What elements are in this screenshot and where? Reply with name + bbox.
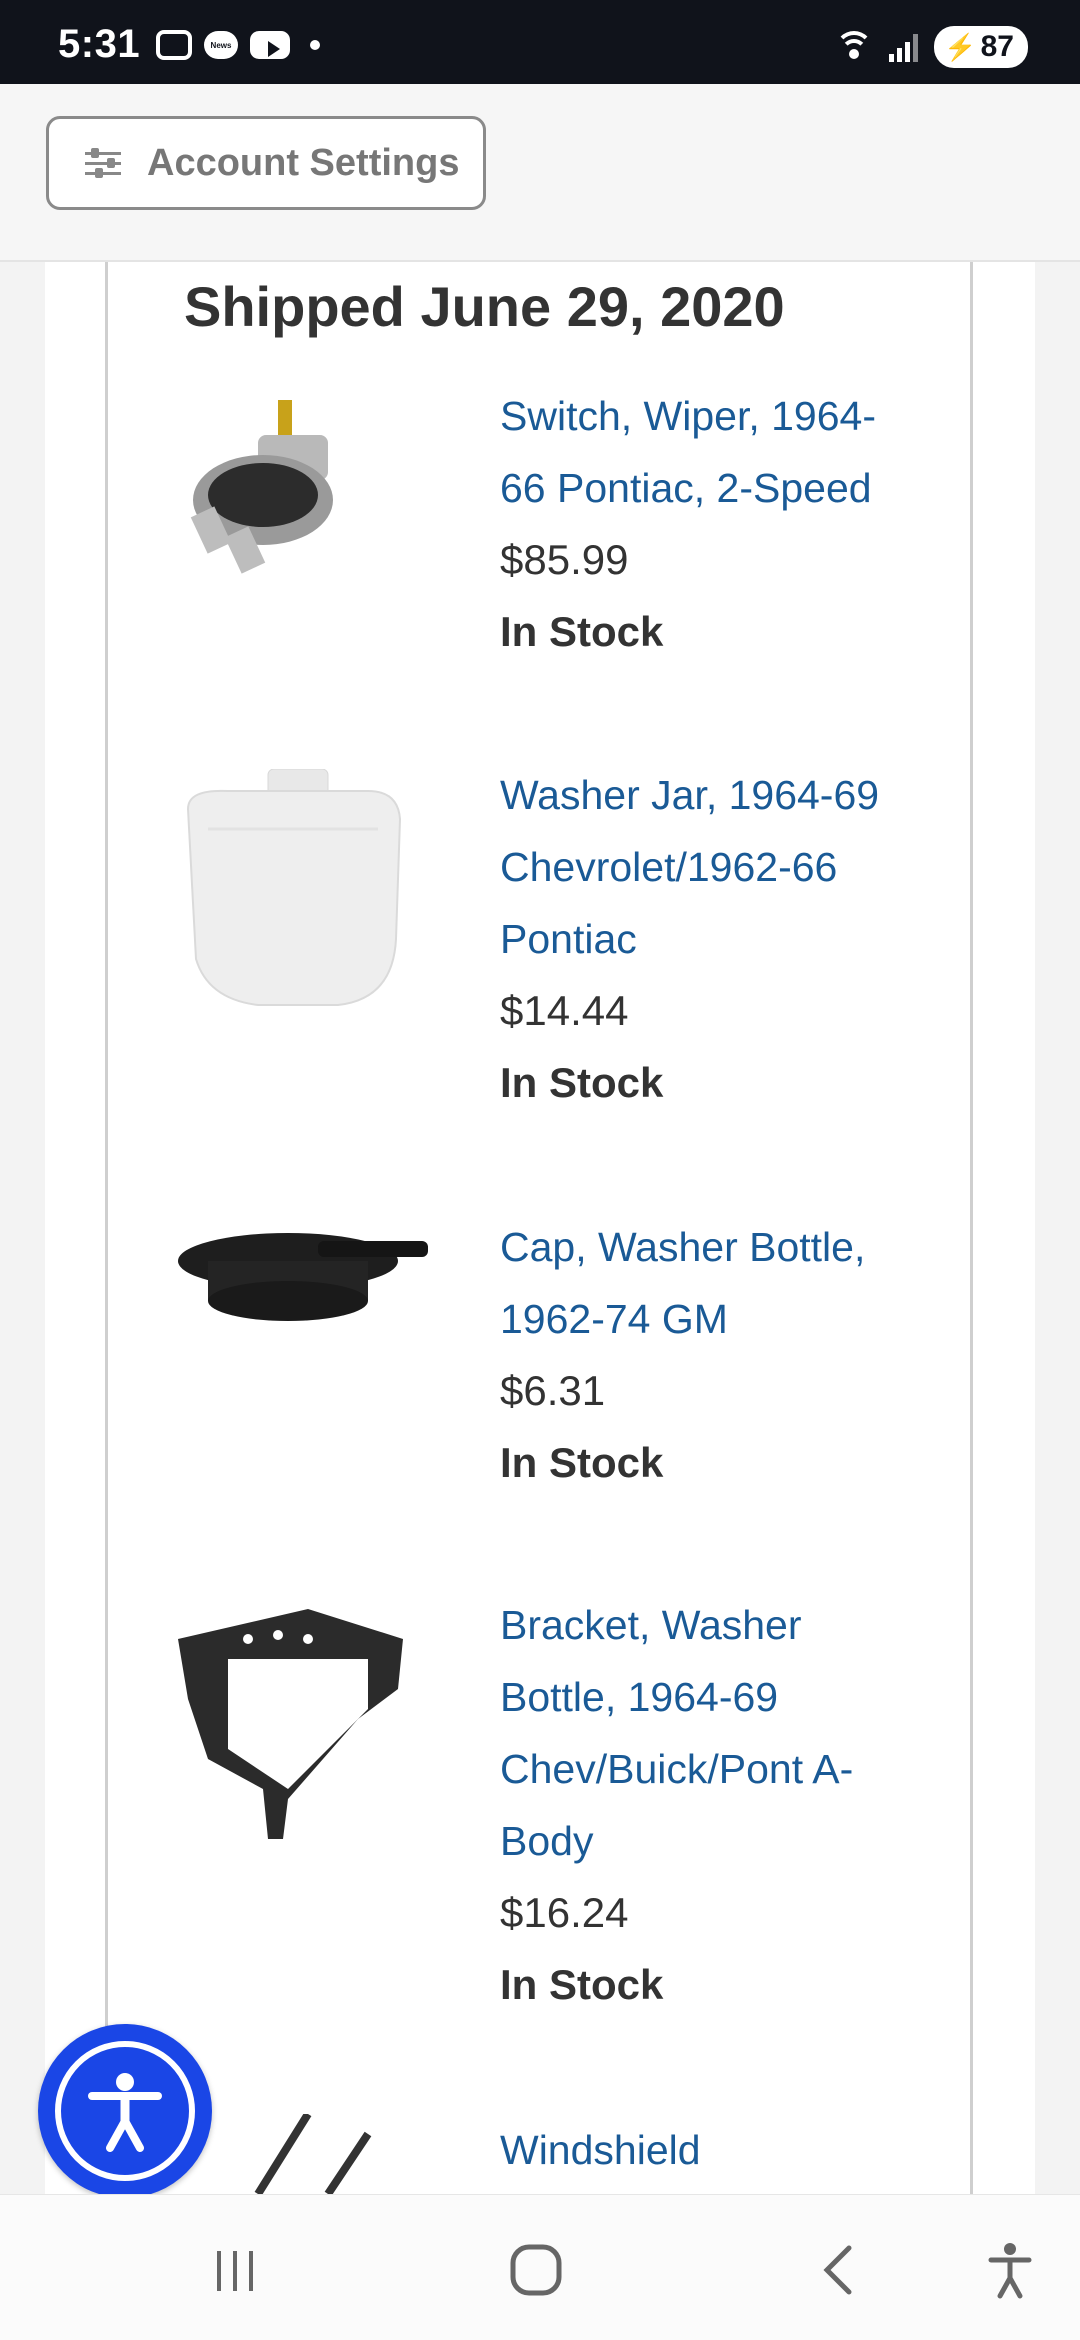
accessibility-button[interactable] — [38, 2024, 212, 2198]
item-name-link[interactable]: Windshield — [500, 2114, 920, 2186]
washer-cap-image[interactable] — [168, 1221, 428, 1341]
battery-level: 87 — [980, 30, 1014, 63]
washer-jar-image[interactable] — [168, 768, 428, 1009]
back-icon — [823, 2245, 852, 2295]
battery-indicator: ⚡ 87 — [934, 26, 1028, 68]
order-card: Shipped June 29, 2020 Switch, Wiper, 196… — [105, 262, 973, 2194]
recent-apps-icon — [217, 2251, 253, 2291]
item-info: Switch, Wiper, 1964-66 Pontiac, 2-Speed … — [500, 380, 920, 668]
accessibility-person-icon — [988, 2243, 1032, 2299]
screenshot-icon — [156, 30, 192, 60]
accessibility-nav-button[interactable] — [970, 2235, 1050, 2305]
news-icon: News — [204, 31, 238, 59]
item-stock-status: In Stock — [500, 1961, 664, 2008]
item-name-link[interactable]: Cap, Washer Bottle, 1962-74 GM — [500, 1211, 920, 1355]
youtube-icon — [250, 31, 290, 59]
notification-icons: News — [156, 30, 320, 60]
item-price: $85.99 — [500, 536, 629, 583]
accessibility-icon — [55, 2041, 195, 2181]
system-icons: ⚡ 87 — [835, 26, 1028, 68]
item-name-link[interactable]: Switch, Wiper, 1964-66 Pontiac, 2-Speed — [500, 380, 920, 524]
item-info: Windshield — [500, 2114, 920, 2186]
charging-icon: ⚡ — [944, 31, 977, 62]
signal-icon — [889, 32, 919, 62]
item-info: Bracket, Washer Bottle, 1964-69 Chev/Bui… — [500, 1589, 920, 2021]
back-button[interactable] — [800, 2235, 880, 2305]
wifi-icon — [835, 31, 874, 63]
washer-bracket-image[interactable] — [168, 1599, 428, 1839]
recent-apps-button[interactable] — [196, 2235, 276, 2305]
news-icon-label: News — [210, 40, 232, 50]
shipped-heading: Shipped June 29, 2020 — [184, 275, 785, 338]
item-stock-status: In Stock — [500, 608, 664, 655]
sliders-icon — [85, 148, 121, 178]
home-button[interactable] — [496, 2235, 576, 2305]
status-time: 5:31 — [58, 22, 141, 66]
item-name-link[interactable]: Washer Jar, 1964-69 Chevrolet/1962-66 Po… — [500, 759, 920, 975]
item-name-link[interactable]: Bracket, Washer Bottle, 1964-69 Chev/Bui… — [500, 1589, 920, 1877]
home-icon — [510, 2244, 562, 2296]
wiper-switch-image[interactable] — [168, 380, 428, 610]
item-price: $16.24 — [500, 1889, 629, 1936]
item-price: $14.44 — [500, 987, 629, 1034]
status-bar: 5:31 News ⚡ 87 — [0, 0, 1080, 84]
item-price: $6.31 — [500, 1367, 606, 1414]
account-settings-label: Account Settings — [147, 141, 460, 184]
account-settings-button[interactable]: Account Settings — [46, 116, 486, 210]
item-stock-status: In Stock — [500, 1059, 664, 1106]
order-page: Shipped June 29, 2020 Switch, Wiper, 196… — [45, 262, 1035, 2194]
page-header: Account Settings — [0, 84, 1080, 262]
system-navigation-bar — [0, 2194, 1080, 2340]
item-info: Washer Jar, 1964-69 Chevrolet/1962-66 Po… — [500, 759, 920, 1119]
item-stock-status: In Stock — [500, 1439, 664, 1486]
more-notifications-dot-icon — [310, 40, 320, 50]
item-info: Cap, Washer Bottle, 1962-74 GM $6.31 In … — [500, 1211, 920, 1499]
